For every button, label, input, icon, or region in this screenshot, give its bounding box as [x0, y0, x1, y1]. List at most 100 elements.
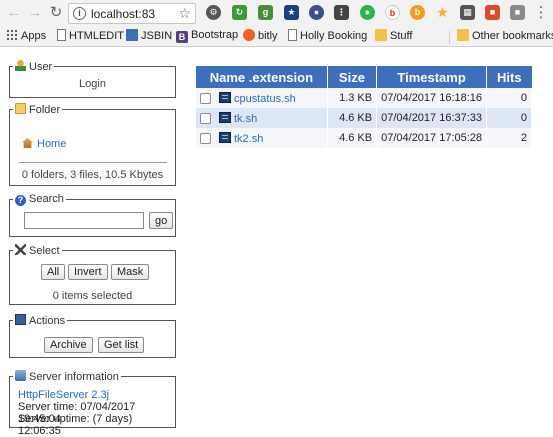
bootstrap-icon: B [176, 31, 188, 43]
address-url[interactable]: localhost:83 [91, 7, 155, 21]
star-gold-extension-icon[interactable]: ★ [435, 5, 450, 20]
file-link[interactable]: cpustatus.sh [234, 93, 296, 105]
bookmark-jsbin[interactable]: JSBIN [126, 29, 172, 45]
actions-legend: Actions [13, 314, 68, 327]
size-column-header[interactable]: Size [327, 66, 378, 88]
server-legend-label: Server information [29, 371, 119, 383]
shell-script-icon [219, 111, 231, 123]
table-row: tk.sh 4.6 KB 07/04/2017 16:37:33 0 [196, 108, 532, 128]
go-button[interactable]: go [149, 212, 174, 229]
timestamp-column-header[interactable]: Timestamp [376, 66, 488, 88]
page-icon [288, 29, 297, 41]
address-bar[interactable]: i localhost:83 ☆ [68, 3, 196, 24]
green-extension-icon[interactable]: ↻ [232, 5, 247, 20]
bookmark-bootstrap[interactable]: B Bootstrap [176, 29, 238, 45]
bookmark-bitly[interactable]: bitly [243, 29, 278, 45]
hits-column-header[interactable]: Hits [486, 66, 532, 88]
table-row: tk2.sh 4.6 KB 07/04/2017 17:05:28 2 [196, 128, 532, 148]
star-extension-icon[interactable]: ★ [284, 5, 299, 20]
folder-icon [15, 103, 26, 114]
dots-extension-icon[interactable]: ⋮ [334, 5, 349, 20]
file-name-cell: cpustatus.sh [196, 88, 328, 108]
bookmark-label: Holly Booking [300, 30, 368, 42]
select-panel: Select All Invert Mask 0 items selected [9, 244, 176, 305]
get-list-button[interactable]: Get list [98, 337, 145, 353]
file-timestamp: 07/04/2017 16:37:33 [376, 108, 488, 128]
mask-button[interactable]: Mask [111, 264, 150, 280]
select-cross-icon [15, 244, 26, 255]
login-link[interactable]: Login [10, 78, 175, 90]
server-icon [15, 370, 26, 381]
bookmark-htmledit[interactable]: HTMLEDIT [57, 29, 124, 45]
folder-panel: Folder Home 0 folders, 3 files, 10.5 Kby… [9, 103, 176, 186]
server-uptime: Server uptime: (7 days) 12:06:35 [18, 413, 133, 437]
bookmark-label: Bootstrap [191, 29, 239, 41]
edit-icon [126, 29, 138, 41]
row-checkbox[interactable] [200, 132, 211, 144]
user-panel: User Login [9, 60, 176, 98]
bookmark-stuff[interactable]: Stuff [375, 29, 412, 45]
globe-extension-icon[interactable]: ● [309, 5, 324, 20]
search-legend: ? Search [13, 193, 66, 206]
home-label[interactable]: Home [37, 138, 66, 150]
actions-panel: Actions Archive Get list [9, 314, 176, 358]
name-column-header[interactable]: Name .extension [196, 66, 328, 88]
grid-extension-icon[interactable]: ▦ [460, 5, 475, 20]
bitly-extension-icon[interactable]: b [385, 5, 400, 20]
file-hits: 0 [486, 88, 532, 108]
gear-extension-icon[interactable]: ⚙ [206, 5, 221, 20]
bookmark-label: JSBIN [141, 30, 173, 42]
bookmark-star-icon[interactable]: ☆ [178, 5, 191, 22]
folder-icon [375, 29, 387, 41]
file-link[interactable]: tk2.sh [234, 133, 263, 145]
shell-script-icon [219, 91, 231, 103]
selected-count: 0 items selected [52, 290, 133, 302]
home-icon [22, 138, 33, 148]
user-legend-label: User [29, 61, 53, 73]
select-all-button[interactable]: All [41, 264, 66, 280]
file-size: 4.6 KB [327, 128, 378, 148]
bookmark-apps[interactable]: Apps [6, 29, 46, 45]
row-checkbox[interactable] [200, 112, 211, 124]
server-name-link[interactable]: HttpFileServer 2.3j [18, 389, 109, 401]
search-panel: ? Search go [9, 193, 176, 237]
bookmark-other[interactable]: Other bookmarks [457, 29, 553, 45]
server-info-panel: Server information HttpFileServer 2.3j S… [9, 370, 176, 437]
orange-extension-icon[interactable]: b [410, 5, 425, 20]
back-icon[interactable]: ← [6, 5, 22, 21]
info-icon[interactable]: i [73, 7, 86, 20]
grey-extension-icon[interactable]: ■ [510, 5, 525, 20]
select-legend: Select [13, 244, 62, 257]
search-legend-label: Search [29, 193, 64, 205]
bookmark-label: bitly [258, 30, 278, 42]
folder-icon [457, 29, 469, 41]
archive-button[interactable]: Archive [44, 337, 93, 353]
red-extension-icon[interactable]: ■ [485, 5, 500, 20]
page-icon [57, 29, 66, 41]
folder-legend: Folder [13, 103, 63, 116]
user-icon [15, 60, 26, 71]
row-checkbox[interactable] [200, 92, 211, 104]
menu-icon[interactable]: ⋮ [533, 5, 549, 21]
invert-button[interactable]: Invert [68, 264, 108, 280]
reload-icon[interactable]: ↻ [48, 5, 64, 21]
file-timestamp: 07/04/2017 16:18:16 [376, 88, 488, 108]
folder-divider [19, 162, 167, 163]
select-legend-label: Select [29, 245, 60, 257]
file-size: 4.6 KB [327, 108, 378, 128]
user-legend: User [13, 60, 55, 73]
home-link[interactable]: Home [22, 138, 66, 150]
table-header-row: Name .extension Size Timestamp Hits [196, 66, 532, 88]
server-legend: Server information [13, 370, 121, 383]
apps-grid-icon [6, 29, 18, 41]
bookmark-holly-booking[interactable]: Holly Booking [288, 29, 367, 45]
forward-icon[interactable]: → [27, 5, 43, 21]
tampermonkey-extension-icon[interactable]: g [258, 5, 273, 20]
bookmarks-bar: Apps HTMLEDIT JSBIN B Bootstrap bitly Hol… [0, 27, 553, 47]
file-link[interactable]: tk.sh [234, 113, 257, 125]
bitly-icon [243, 29, 255, 41]
search-input[interactable] [24, 212, 144, 229]
bookmark-label: Other bookmarks [472, 30, 553, 42]
record-extension-icon[interactable]: ● [360, 5, 375, 20]
file-timestamp: 07/04/2017 17:05:28 [376, 128, 488, 148]
